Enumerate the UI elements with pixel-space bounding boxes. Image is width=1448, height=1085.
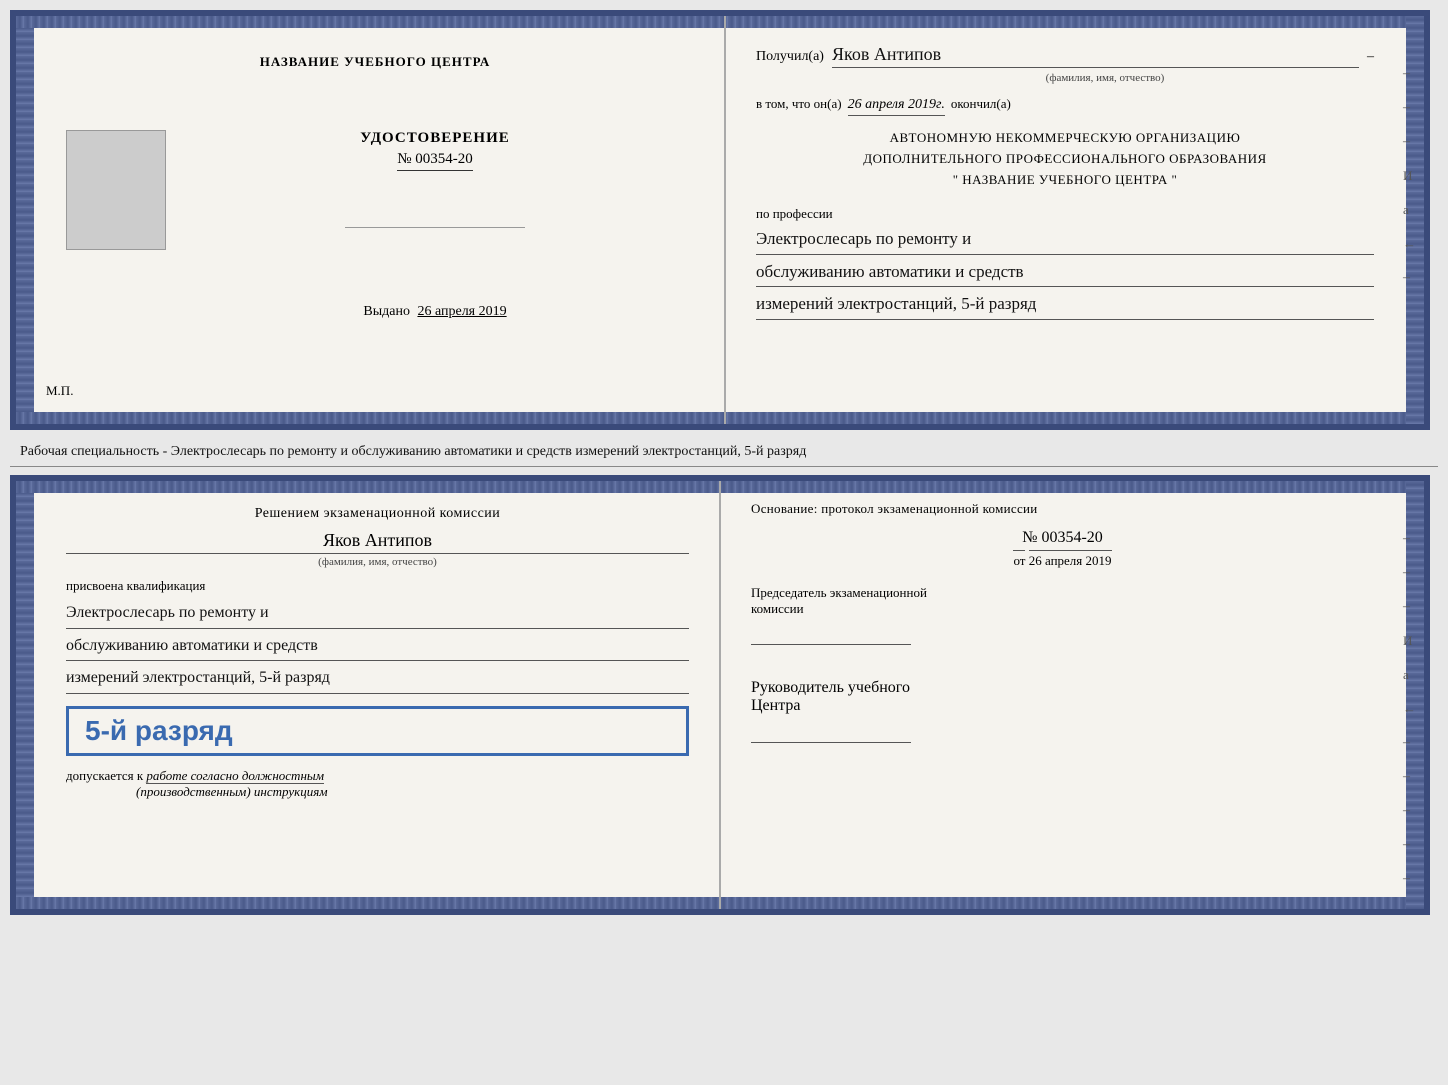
fio-subtext-top: (фамилия, имя, отчество) bbox=[756, 72, 1374, 84]
profession-bottom-2: обслуживанию автоматики и средств bbox=[66, 633, 689, 662]
org-block: АВТОНОМНУЮ НЕКОММЕРЧЕСКУЮ ОРГАНИЗАЦИЮ ДО… bbox=[756, 128, 1374, 190]
profession-bottom-3: измерений электростанций, 5-й разряд bbox=[66, 665, 689, 694]
bottom-cert-left-page: Решением экзаменационной комиссии Яков А… bbox=[16, 481, 721, 909]
org-line3: " НАЗВАНИЕ УЧЕБНОГО ЦЕНТРА " bbox=[756, 170, 1374, 191]
okonchil-label: окончил(а) bbox=[951, 96, 1011, 112]
top-cert-book: НАЗВАНИЕ УЧЕБНОГО ЦЕНТРА УДОСТОВЕРЕНИЕ №… bbox=[10, 10, 1430, 430]
dash-after-name: – bbox=[1367, 49, 1374, 65]
top-cert-left-page: НАЗВАНИЕ УЧЕБНОГО ЦЕНТРА УДОСТОВЕРЕНИЕ №… bbox=[16, 16, 726, 424]
po-professii: по профессии bbox=[756, 206, 1374, 222]
resheniem-label: Решением экзаменационной комиссии bbox=[66, 506, 689, 522]
vtom-label: в том, что он(а) bbox=[756, 96, 842, 112]
cert-number: № 00354-20 bbox=[397, 151, 473, 171]
rukovoditel-label2: Центра bbox=[751, 697, 1374, 715]
fio-bottom: Яков Антипов bbox=[66, 530, 689, 554]
recipient-line: Получил(а) Яков Антипов – bbox=[756, 44, 1374, 68]
right-marks-bottom: – – – И а ← – – – – – bbox=[1403, 531, 1416, 887]
org-line1: АВТОНОМНУЮ НЕКОММЕРЧЕСКУЮ ОРГАНИЗАЦИЮ bbox=[756, 128, 1374, 149]
bottom-cert-book: Решением экзаменационной комиссии Яков А… bbox=[10, 475, 1430, 915]
instruktsii-text: (производственным) инструкциям bbox=[136, 784, 689, 800]
org-line2: ДОПОЛНИТЕЛЬНОГО ПРОФЕССИОНАЛЬНОГО ОБРАЗО… bbox=[756, 149, 1374, 170]
predsedatel-label: Председатель экзаменационной bbox=[751, 585, 1374, 601]
profession-line1-top: Электрослесарь по ремонту и bbox=[756, 226, 1374, 255]
cert-center-text: УДОСТОВЕРЕНИЕ № 00354-20 Выдано 26 апрел… bbox=[186, 120, 684, 320]
fio-sub-bottom: (фамилия, имя, отчество) bbox=[66, 556, 689, 568]
osnovanie-label: Основание: протокол экзаменационной коми… bbox=[751, 501, 1374, 517]
vydano-date: 26 апреля 2019 bbox=[417, 304, 506, 319]
cert-left-content: УДОСТОВЕРЕНИЕ № 00354-20 Выдано 26 апрел… bbox=[66, 120, 684, 320]
profession-bottom-1: Электрослесарь по ремонту и bbox=[66, 600, 689, 629]
ot-label: от bbox=[1013, 550, 1025, 568]
ot-date: 26 апреля 2019 bbox=[1029, 550, 1112, 568]
right-marks-top: – – – И а ← – bbox=[1403, 66, 1416, 286]
mp-label: М.П. bbox=[46, 383, 73, 399]
predsedatel-label2: комиссии bbox=[751, 601, 1374, 617]
cert-photo bbox=[66, 130, 166, 250]
poluchil-label: Получил(а) bbox=[756, 49, 824, 65]
rank-badge-text: 5-й разряд bbox=[85, 715, 233, 746]
rank-badge: 5-й разряд bbox=[66, 706, 689, 756]
dopuskaetsya-text: работе согласно должностным bbox=[146, 768, 324, 784]
rukovoditel-label: Руководитель учебного bbox=[751, 679, 1374, 697]
ot-date-block: от 26 апреля 2019 bbox=[751, 553, 1374, 569]
predsedatel-signature bbox=[751, 625, 911, 645]
rukovoditel-signature bbox=[751, 723, 911, 743]
vydano-label: Выдано bbox=[363, 304, 410, 319]
top-cert-right-page: Получил(а) Яков Антипов – (фамилия, имя,… bbox=[726, 16, 1424, 424]
page-wrapper: НАЗВАНИЕ УЧЕБНОГО ЦЕНТРА УДОСТОВЕРЕНИЕ №… bbox=[10, 10, 1438, 915]
recipient-name: Яков Антипов bbox=[832, 44, 1359, 68]
bottom-cert-right-page: Основание: протокол экзаменационной коми… bbox=[721, 481, 1424, 909]
vtom-line: в том, что он(а) 26 апреля 2019г. окончи… bbox=[756, 96, 1374, 116]
profession-line3-top: измерений электростанций, 5-й разряд bbox=[756, 291, 1374, 320]
profession-line2-top: обслуживанию автоматики и средств bbox=[756, 259, 1374, 288]
predsedatel-block: Председатель экзаменационной комиссии bbox=[751, 585, 1374, 649]
dopuskaetsya-label: допускается к bbox=[66, 768, 143, 783]
dopuskaetsya-line: допускается к работе согласно должностны… bbox=[66, 768, 689, 784]
org-name-top: НАЗВАНИЕ УЧЕБНОГО ЦЕНТРА bbox=[260, 54, 491, 70]
rukovoditel-block: Руководитель учебного Центра bbox=[751, 679, 1374, 747]
vtom-date: 26 апреля 2019г. bbox=[848, 97, 945, 116]
prisvoena-label: присвоена квалификация bbox=[66, 578, 689, 594]
udostoverenie-label: УДОСТОВЕРЕНИЕ bbox=[360, 130, 510, 147]
vydano-line: Выдано 26 апреля 2019 bbox=[363, 264, 506, 320]
protocol-number: № 00354-20 bbox=[751, 529, 1374, 547]
between-text: Рабочая специальность - Электрослесарь п… bbox=[10, 438, 1438, 467]
